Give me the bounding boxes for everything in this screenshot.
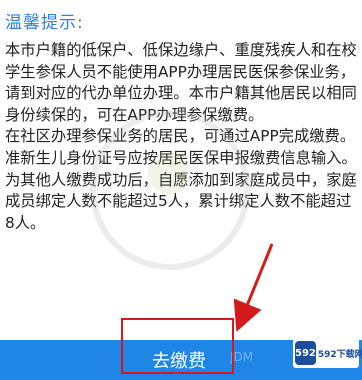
site-logo: 592 592下载网 xyxy=(293,338,362,368)
highlight-box xyxy=(121,318,234,374)
logo-text: 592下载网 xyxy=(317,349,362,360)
logo-mark-icon: 592 xyxy=(295,341,316,365)
notice-panel: 温馨提示: 本市户籍的低保户、低保边缘户、重度残疾人和在校学生参保人员不能使用A… xyxy=(0,0,362,340)
watermark-mascot xyxy=(148,152,190,194)
notice-title: 温馨提示: xyxy=(5,13,84,33)
